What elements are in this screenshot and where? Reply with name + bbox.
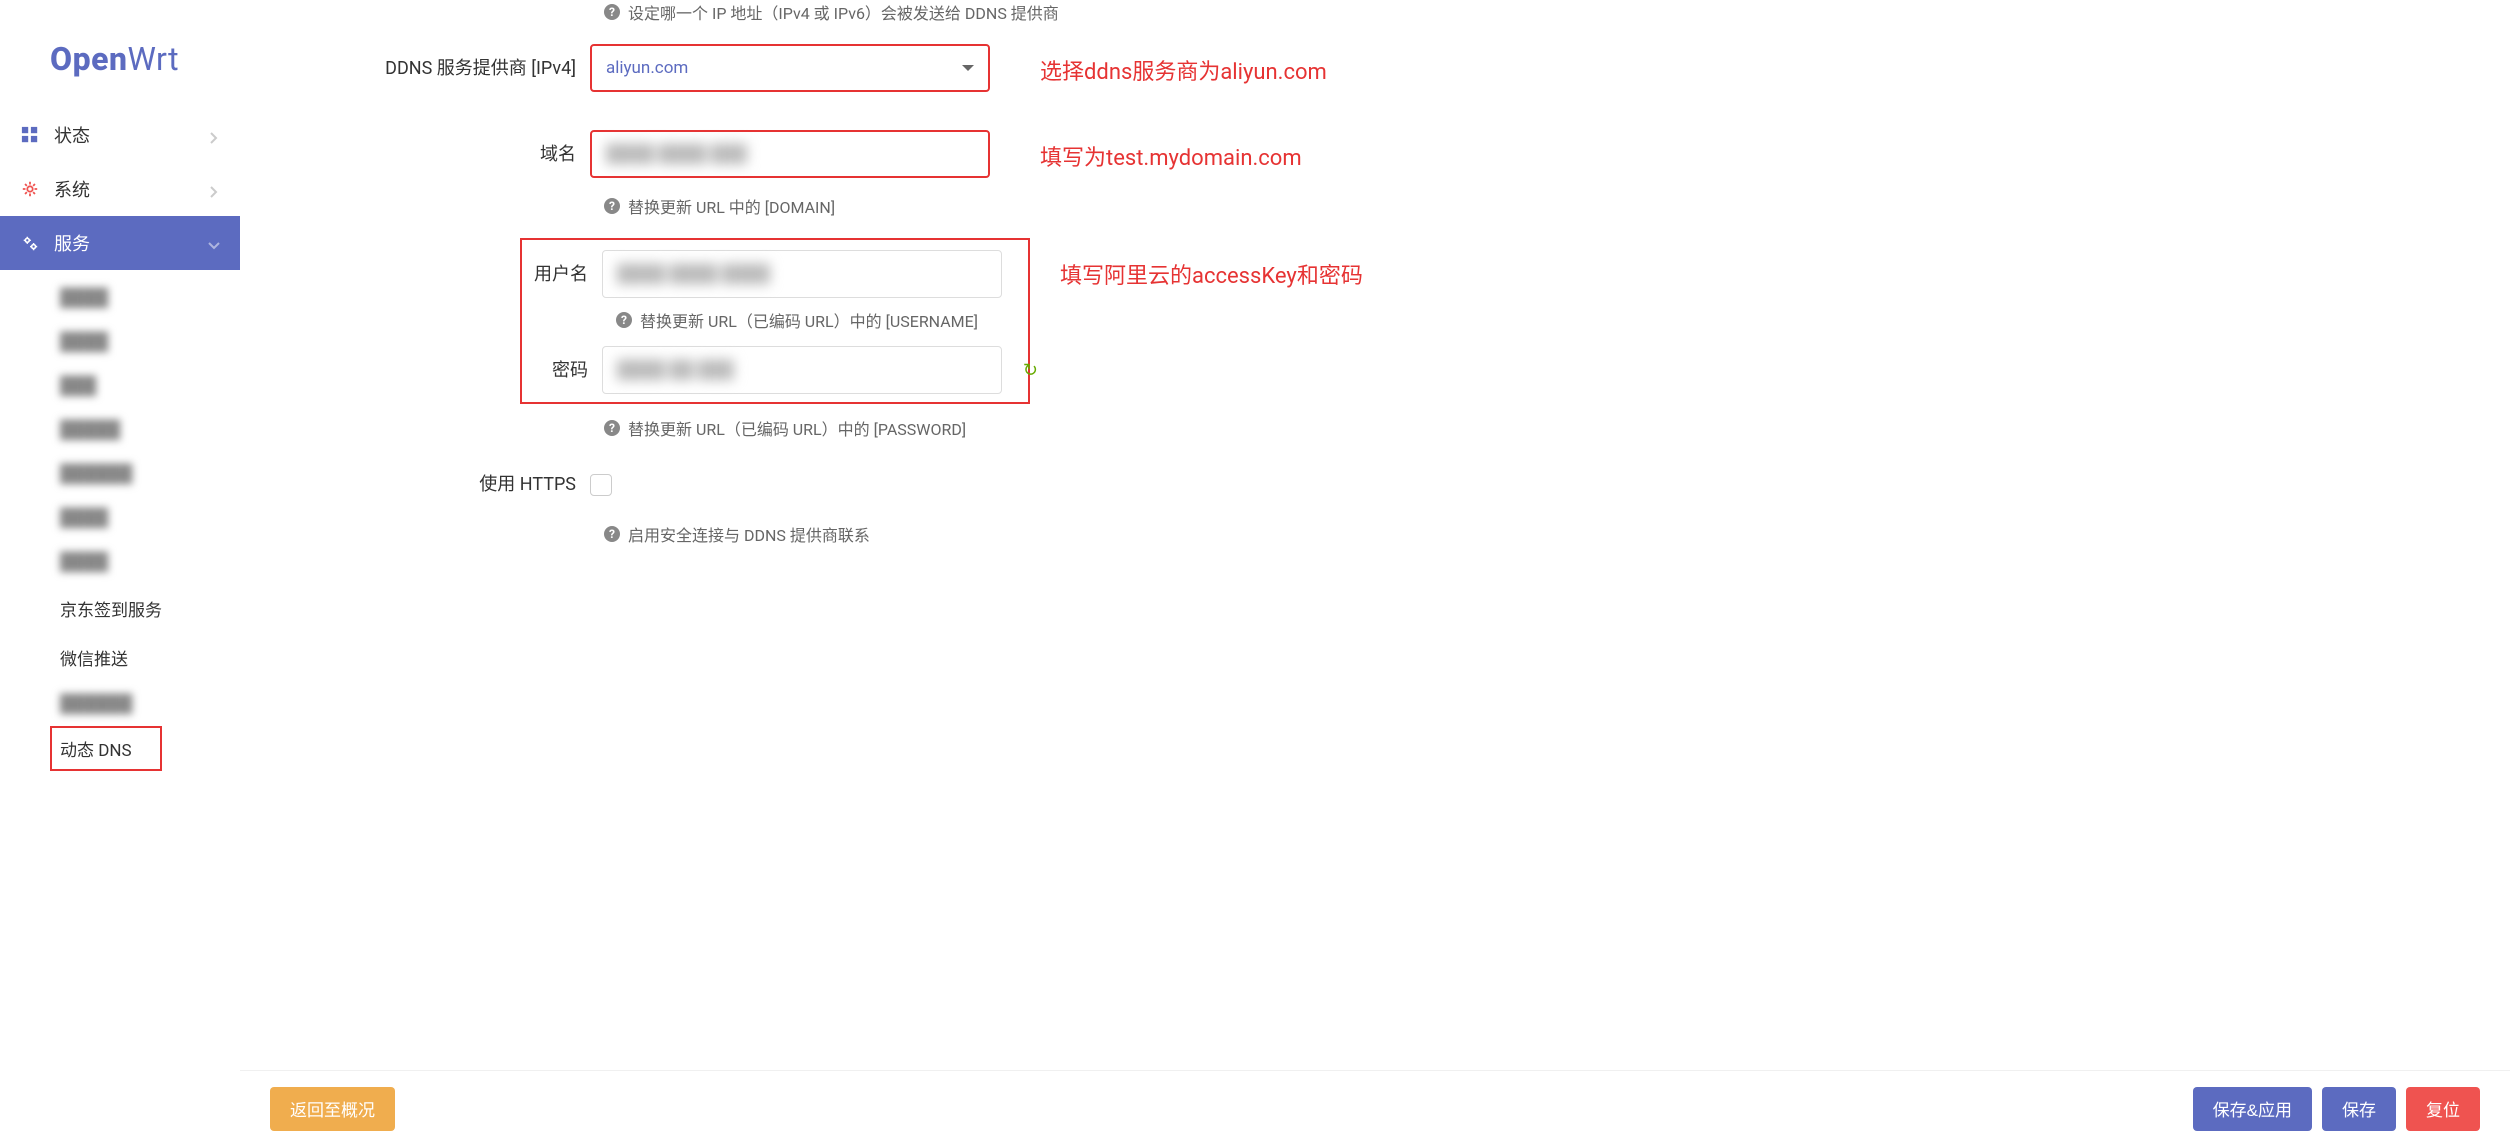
main-content: ? 设定哪一个 IP 地址（IPv4 或 IPv6）会被发送给 DDNS 提供商… — [240, 0, 1540, 1146]
credentials-annotation: 填写阿里云的accessKey和密码 — [1060, 258, 1363, 290]
gears-icon — [20, 233, 40, 253]
chevron-right-icon — [208, 129, 220, 141]
provider-row: DDNS 服务提供商 [IPv4] aliyun.com 选择ddns服务商为a… — [270, 44, 1510, 92]
help-icon: ? — [604, 526, 620, 542]
sub-item-ddns[interactable]: 动态 DNS — [50, 726, 162, 771]
https-checkbox[interactable] — [590, 474, 612, 496]
nav-services[interactable]: 服务 — [0, 216, 240, 270]
sub-item-blurred[interactable]: ████ — [50, 540, 240, 584]
help-icon: ? — [604, 198, 620, 214]
sidebar: OpenWrt 状态 系统 服务 — [0, 0, 240, 1146]
ip-hint-row: ? 设定哪一个 IP 地址（IPv4 或 IPv6）会被发送给 DDNS 提供商 — [270, 0, 1510, 44]
provider-value: aliyun.com — [606, 58, 688, 78]
domain-label: 域名 — [270, 130, 590, 176]
back-button[interactable]: 返回至概况 — [270, 1087, 395, 1131]
help-icon: ? — [616, 312, 632, 328]
save-apply-button[interactable]: 保存&应用 — [2193, 1087, 2312, 1131]
footer-bar: 返回至概况 保存&应用 保存 复位 — [240, 1070, 2510, 1146]
nav-status[interactable]: 状态 — [0, 108, 240, 162]
https-row: 使用 HTTPS — [270, 460, 1510, 506]
password-label: 密码 — [532, 346, 602, 392]
chevron-down-icon — [208, 237, 220, 249]
dashboard-icon — [20, 125, 40, 145]
username-input[interactable]: ████ ████ ████ — [602, 250, 1002, 298]
sub-item-blurred[interactable]: █████ — [50, 408, 240, 452]
nav-services-submenu: ████ ████ ███ █████ ██████ ████ ████ 京东签… — [0, 270, 240, 777]
credentials-group: 用户名 ████ ████ ████ ? 替换更新 URL（已编码 URL）中的… — [520, 238, 1030, 404]
provider-label: DDNS 服务提供商 [IPv4] — [270, 44, 590, 90]
nav-system-label: 系统 — [54, 176, 208, 202]
password-value: ████ ██ ███ — [617, 360, 734, 380]
domain-hint-row: ? 替换更新 URL 中的 [DOMAIN] — [270, 186, 1510, 238]
sub-item-blurred[interactable]: ████ — [50, 320, 240, 364]
https-label: 使用 HTTPS — [270, 460, 590, 506]
domain-hint-text: 替换更新 URL 中的 [DOMAIN] — [628, 194, 835, 218]
help-icon: ? — [604, 420, 620, 436]
brand-part2: Wrt — [127, 40, 179, 78]
ip-hint-text: 设定哪一个 IP 地址（IPv4 或 IPv6）会被发送给 DDNS 提供商 — [628, 0, 1059, 24]
brand-part1: Open — [50, 40, 127, 78]
sub-item-blurred[interactable]: ██████ — [50, 452, 240, 496]
sub-item-blurred[interactable]: ████ — [50, 496, 240, 540]
password-hint-text: 替换更新 URL（已编码 URL）中的 [PASSWORD] — [628, 416, 966, 440]
domain-input[interactable]: ████ ████ ███ — [590, 130, 990, 178]
gear-icon — [20, 179, 40, 199]
reset-button[interactable]: 复位 — [2406, 1087, 2480, 1131]
domain-annotation: 填写为test.mydomain.com — [1040, 140, 1302, 172]
https-hint-row: ? 启用安全连接与 DDNS 提供商联系 — [270, 514, 1510, 566]
nav-services-label: 服务 — [54, 230, 208, 256]
sub-item-jd[interactable]: 京东签到服务 — [50, 584, 240, 633]
caret-down-icon — [962, 65, 974, 71]
sub-item-blurred[interactable]: ████ — [50, 276, 240, 320]
provider-select[interactable]: aliyun.com — [590, 44, 990, 92]
username-hint-text: 替换更新 URL（已编码 URL）中的 [USERNAME] — [640, 308, 978, 332]
chevron-right-icon — [208, 183, 220, 195]
provider-annotation: 选择ddns服务商为aliyun.com — [1040, 54, 1327, 86]
password-hint-row: ? 替换更新 URL（已编码 URL）中的 [PASSWORD] — [270, 408, 1510, 460]
brand-logo: OpenWrt — [0, 20, 240, 108]
sub-item-blurred[interactable]: ██████ — [50, 682, 240, 726]
refresh-icon[interactable]: ↻ — [1023, 360, 1038, 381]
save-button[interactable]: 保存 — [2322, 1087, 2396, 1131]
username-label: 用户名 — [532, 250, 602, 296]
username-value: ████ ████ ████ — [617, 264, 770, 284]
nav-system[interactable]: 系统 — [0, 162, 240, 216]
domain-row: 域名 ████ ████ ███ 填写为test.mydomain.com — [270, 130, 1510, 178]
help-icon: ? — [604, 4, 620, 20]
domain-value: ████ ████ ███ — [606, 144, 747, 164]
sub-item-blurred[interactable]: ███ — [50, 364, 240, 408]
nav-status-label: 状态 — [54, 122, 208, 148]
sub-item-wechat[interactable]: 微信推送 — [50, 633, 240, 682]
https-hint-text: 启用安全连接与 DDNS 提供商联系 — [628, 522, 870, 546]
password-input[interactable]: ████ ██ ███ — [602, 346, 1002, 394]
